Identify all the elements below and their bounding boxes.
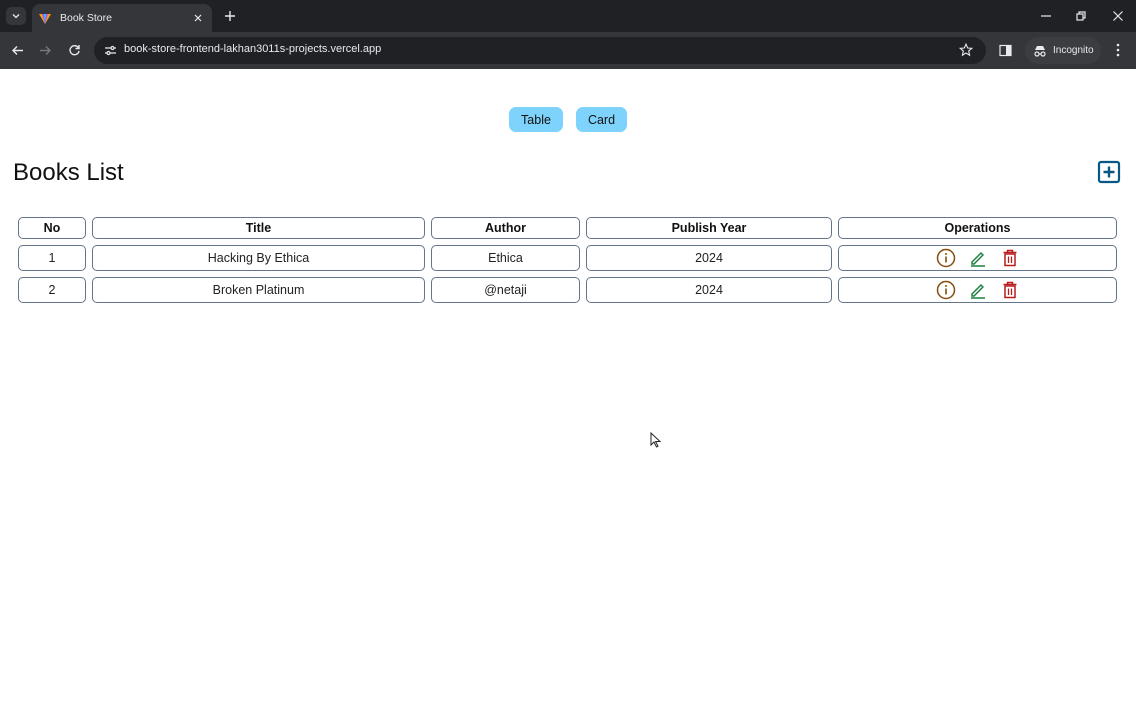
table-header-author: Author	[431, 217, 580, 239]
browser-menu-icon[interactable]	[1110, 42, 1126, 58]
table-header-no: No	[18, 217, 86, 239]
table-cell-title: Broken Platinum	[92, 277, 425, 303]
table-cell-title: Hacking By Ethica	[92, 245, 425, 271]
table-header-operations: Operations	[838, 217, 1117, 239]
page-title: Books List	[13, 159, 124, 186]
table-cell-author: @netaji	[431, 277, 580, 303]
table-header-title: Title	[92, 217, 425, 239]
table-cell-operations	[838, 277, 1117, 303]
chevron-down-icon	[12, 14, 20, 19]
browser-toolbar: book-store-frontend-lakhan3011s-projects…	[0, 32, 1136, 69]
reload-icon[interactable]	[66, 42, 82, 58]
table-view-button[interactable]: Table	[509, 107, 563, 132]
info-circle-icon[interactable]	[936, 248, 956, 268]
card-view-button[interactable]: Card	[576, 107, 627, 132]
site-settings-icon[interactable]	[102, 42, 118, 58]
address-bar[interactable]: book-store-frontend-lakhan3011s-projects…	[94, 37, 986, 64]
table-cell-author: Ethica	[431, 245, 580, 271]
incognito-label: Incognito	[1053, 45, 1094, 56]
info-circle-icon[interactable]	[936, 280, 956, 300]
browser-tab-strip: Book Store	[0, 0, 1136, 32]
table-cell-publish-year: 2024	[586, 277, 832, 303]
mouse-cursor-icon	[650, 432, 662, 448]
minimize-icon[interactable]	[1038, 8, 1054, 24]
edit-pencil-icon[interactable]	[968, 248, 988, 268]
add-book-button[interactable]	[1097, 160, 1121, 184]
plus-box-icon	[1097, 160, 1121, 184]
table-cell-no: 1	[18, 245, 86, 271]
close-tab-icon[interactable]	[190, 10, 206, 26]
restore-icon[interactable]	[1073, 8, 1089, 24]
new-tab-plus-icon[interactable]	[222, 8, 238, 24]
table-cell-no: 2	[18, 277, 86, 303]
tab-title: Book Store	[60, 12, 112, 24]
close-window-icon[interactable]	[1110, 8, 1126, 24]
table-cell-publish-year: 2024	[586, 245, 832, 271]
edit-pencil-icon[interactable]	[968, 280, 988, 300]
incognito-icon	[1034, 45, 1046, 57]
table-header-publish-year: Publish Year	[586, 217, 832, 239]
delete-trash-icon[interactable]	[1000, 280, 1020, 300]
browser-tab-active[interactable]: Book Store	[32, 4, 212, 32]
bookmark-star-icon[interactable]	[958, 42, 974, 58]
table-cell-operations	[838, 245, 1117, 271]
forward-arrow-icon[interactable]	[37, 42, 53, 58]
site-favicon-icon	[38, 11, 52, 25]
delete-trash-icon[interactable]	[1000, 248, 1020, 268]
tab-search-button[interactable]	[6, 7, 26, 25]
side-panel-icon[interactable]	[997, 42, 1013, 58]
incognito-indicator[interactable]: Incognito	[1025, 37, 1101, 64]
url-text: book-store-frontend-lakhan3011s-projects…	[124, 43, 382, 55]
back-arrow-icon[interactable]	[9, 42, 25, 58]
